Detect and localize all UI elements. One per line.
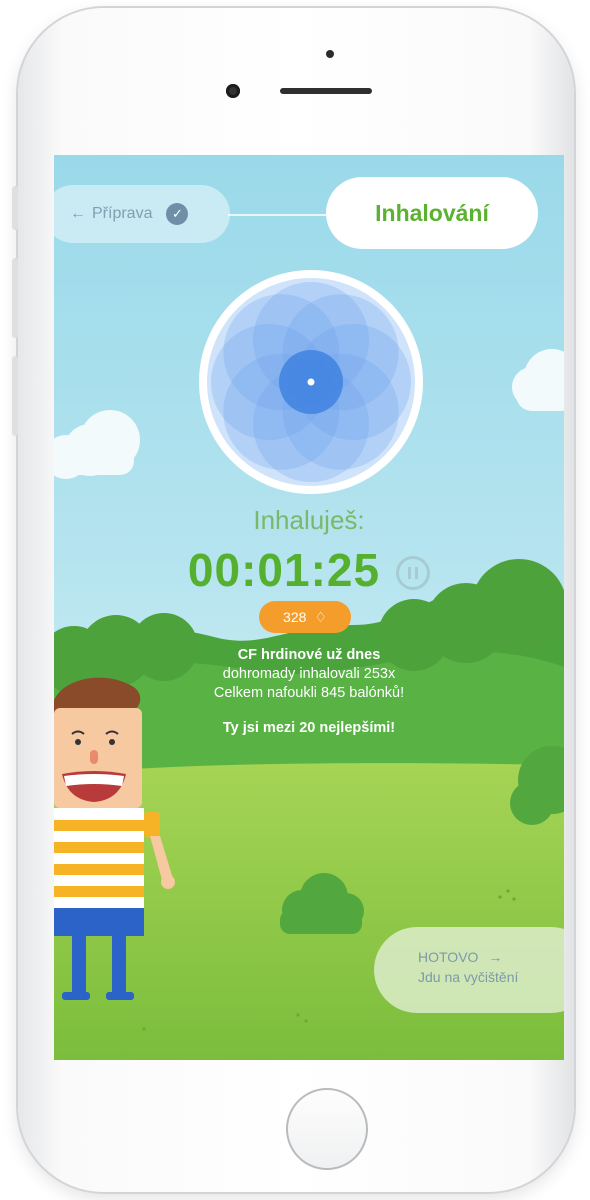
breathing-status-label: Inhaluješ: — [253, 505, 365, 535]
timer-row: 00:01:25 — [54, 543, 564, 597]
pause-icon[interactable] — [396, 556, 431, 590]
volume-down-button — [12, 356, 18, 436]
community-line-2: dohromady inhalovali 253x — [222, 666, 396, 682]
app-screen: ← Příprava ✓ Inhalování Inhaluješ: 00:01… — [54, 155, 564, 1060]
rank-line: Ty jsi mezi 20 nejlepšími! — [222, 720, 396, 736]
breathing-flower-icon — [197, 268, 425, 496]
back-arrow-icon: ← — [70, 205, 86, 222]
proximity-sensor — [326, 50, 334, 58]
diamond-icon: ♢ — [314, 608, 327, 625]
score-value: 328 — [283, 609, 307, 625]
earpiece-speaker — [280, 88, 372, 94]
step-previous-preparation[interactable]: ← Příprava ✓ — [54, 185, 230, 243]
community-line-1: CF hrdinové už dnes — [237, 647, 381, 663]
score-badge: 328 ♢ — [259, 601, 351, 633]
done-button[interactable]: HOTOVO → Jdu na vyčištění — [374, 927, 564, 1013]
community-stats: CF hrdinové už dnes dohromady inhalovali… — [54, 646, 564, 738]
done-title-row: HOTOVO → — [418, 947, 564, 967]
done-title: HOTOVO — [418, 949, 479, 965]
step-previous-label: Příprava — [92, 205, 153, 222]
silent-switch — [12, 186, 18, 230]
home-button[interactable] — [286, 1088, 368, 1170]
volume-up-button — [12, 258, 18, 338]
front-camera — [226, 84, 240, 98]
step-current-label: Inhalování — [375, 199, 489, 226]
step-current-inhalation: Inhalování — [326, 177, 538, 249]
done-subtitle: Jdu na vyčištění — [418, 969, 519, 985]
step-connector-line — [228, 214, 328, 216]
inhalation-timer: 00:01:25 — [187, 544, 381, 596]
check-circle-icon: ✓ — [166, 203, 189, 225]
forward-arrow-icon: → — [488, 949, 503, 965]
community-line-3: Celkem nafoukli 845 balónků! — [213, 685, 405, 701]
